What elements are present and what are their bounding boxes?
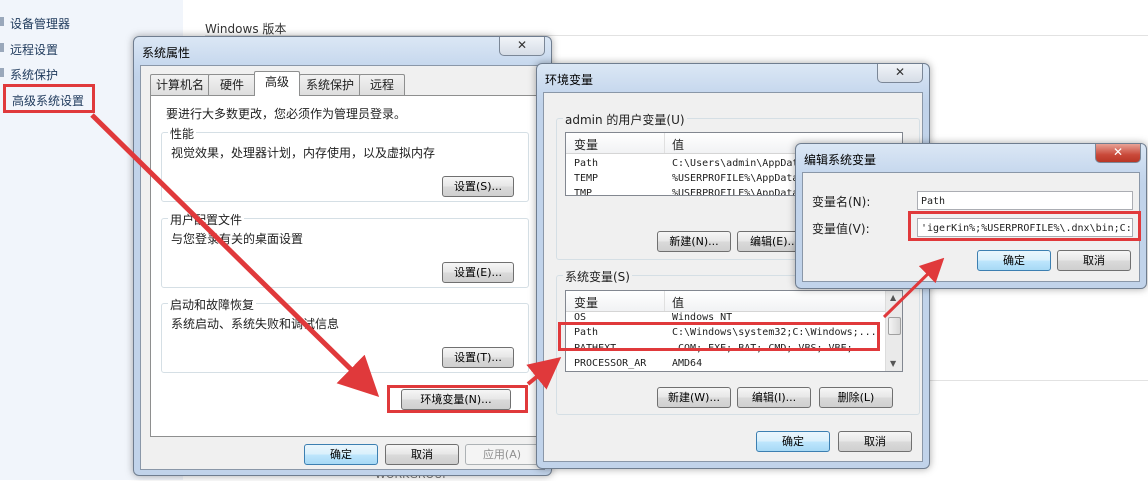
group-label: 启动和故障恢复: [168, 296, 257, 313]
tab-system-protection[interactable]: 系统保护: [299, 74, 361, 95]
cancel-button[interactable]: 取消: [1057, 250, 1131, 271]
system-variables-group: 系统变量(S) 变量 值 OS Windows_NT Path C:\Windo…: [556, 268, 920, 415]
variable-name: Path: [574, 158, 599, 169]
vertical-scrollbar[interactable]: ▲ ▼: [885, 291, 902, 371]
variable-value: AMD64: [672, 358, 703, 369]
bullet-icon: [0, 43, 4, 52]
variable-name: OS: [574, 312, 587, 323]
column-separator: [664, 291, 665, 311]
cancel-button[interactable]: 取消: [385, 444, 459, 465]
sidebar-link-device-manager[interactable]: 设备管理器: [10, 15, 70, 32]
performance-group: 性能 视觉效果，处理器计划，内存使用，以及虚拟内存 设置(S)...: [161, 125, 529, 202]
window-title: 环境变量: [545, 73, 594, 87]
edit-system-variable-window: 编辑系统变量 ✕ 变量名(N): Path 变量值(V): 'igerKin%;…: [795, 143, 1147, 289]
startup-recovery-group: 启动和故障恢复 系统启动、系统失败和调试信息 设置(T)...: [161, 296, 529, 373]
window-title: 系统属性: [142, 46, 191, 60]
startup-settings-button[interactable]: 设置(T)...: [442, 347, 514, 368]
list-item[interactable]: OS Windows_NT: [566, 312, 902, 324]
tab-remote[interactable]: 远程: [359, 74, 405, 95]
column-separator: [664, 133, 665, 153]
close-button[interactable]: ✕: [877, 64, 923, 83]
tab-hardware[interactable]: 硬件: [208, 74, 256, 95]
variable-value: .COM;.EXE;.BAT;.CMD;.VBS;.VBE;...: [672, 343, 871, 354]
column-header-variable[interactable]: 变量: [574, 294, 598, 311]
bullet-icon: [0, 68, 4, 77]
tab-computer-name[interactable]: 计算机名: [150, 74, 210, 95]
cancel-button[interactable]: 取消: [838, 431, 912, 452]
variable-value: C:\Windows\system32;C:\Windows;...: [672, 327, 877, 338]
dialog-body: 计算机名 硬件 高级 系统保护 远程 要进行大多数更改，您必须作为管理员登录。 …: [140, 65, 545, 470]
user-profiles-group: 用户配置文件 与您登录有关的桌面设置 设置(E)...: [161, 211, 529, 288]
ok-button[interactable]: 确定: [756, 431, 830, 452]
sidebar-link-system-protection[interactable]: 系统保护: [10, 66, 58, 83]
performance-description: 视觉效果，处理器计划，内存使用，以及虚拟内存: [171, 146, 436, 160]
sidebar-link-advanced-settings[interactable]: 高级系统设置: [12, 92, 84, 109]
list-item-path-selected[interactable]: Path C:\Windows\system32;C:\Windows;...: [566, 325, 902, 341]
variable-name: TMP: [574, 188, 593, 196]
tab-strip: 计算机名 硬件 高级 系统保护 远程: [150, 71, 540, 96]
window-title: 编辑系统变量: [804, 153, 877, 167]
dialog-body: 变量名(N): Path 变量值(V): 'igerKin%;%USERPROF…: [802, 172, 1140, 282]
column-header-value[interactable]: 值: [672, 294, 684, 311]
variable-name: PROCESSOR_AR: [574, 358, 647, 369]
apply-button[interactable]: 应用(A): [465, 444, 539, 465]
list-item[interactable]: PROCESSOR_AR AMD64: [566, 356, 902, 371]
close-button[interactable]: ✕: [499, 37, 545, 56]
user-profiles-settings-button[interactable]: 设置(E)...: [442, 262, 514, 283]
system-delete-button[interactable]: 删除(L): [819, 387, 893, 408]
list-header: 变量 值: [566, 291, 902, 312]
group-label: admin 的用户变量(U): [563, 111, 687, 128]
variable-value: Windows_NT: [672, 312, 733, 323]
user-profiles-description: 与您登录有关的桌面设置: [171, 232, 304, 246]
variable-name-input[interactable]: Path: [917, 191, 1133, 210]
variable-name-label: 变量名(N):: [812, 195, 871, 209]
group-label: 性能: [168, 125, 197, 142]
close-button[interactable]: ✕: [1095, 144, 1141, 163]
group-label: 系统变量(S): [563, 268, 632, 285]
group-label: 用户配置文件: [168, 211, 245, 228]
performance-settings-button[interactable]: 设置(S)...: [442, 176, 514, 197]
system-new-button[interactable]: 新建(W)...: [657, 387, 731, 408]
scroll-up-icon[interactable]: ▲: [890, 293, 896, 302]
variable-name: PATHEXT: [574, 343, 617, 354]
variable-value-label: 变量值(V):: [812, 222, 870, 236]
column-header-value[interactable]: 值: [672, 136, 684, 153]
admin-note: 要进行大多数更改，您必须作为管理员登录。: [166, 107, 407, 121]
sidebar-link-remote-settings[interactable]: 远程设置: [10, 41, 58, 58]
list-item[interactable]: PATHEXT .COM;.EXE;.BAT;.CMD;.VBS;.VBE;..…: [566, 341, 902, 357]
variable-name: TEMP: [574, 173, 599, 184]
environment-variables-button[interactable]: 环境变量(N)...: [401, 389, 511, 410]
divider: [930, 380, 1148, 381]
tab-panel-advanced: 要进行大多数更改，您必须作为管理员登录。 性能 视觉效果，处理器计划，内存使用，…: [150, 95, 538, 437]
system-edit-button[interactable]: 编辑(I)...: [737, 387, 811, 408]
tab-advanced[interactable]: 高级: [254, 71, 300, 96]
user-new-button[interactable]: 新建(N)...: [657, 231, 731, 252]
system-properties-window: 系统属性 ✕ 计算机名 硬件 高级 系统保护 远程 要进行大多数更改，您必须作为…: [133, 36, 552, 476]
ok-button[interactable]: 确定: [977, 250, 1051, 271]
scroll-thumb[interactable]: [888, 317, 901, 335]
column-header-variable[interactable]: 变量: [574, 136, 598, 153]
bullet-icon: [0, 17, 4, 26]
ok-button[interactable]: 确定: [304, 444, 378, 465]
startup-recovery-description: 系统启动、系统失败和调试信息: [171, 317, 340, 331]
scroll-down-icon[interactable]: ▼: [890, 359, 896, 368]
system-variables-list[interactable]: 变量 值 OS Windows_NT Path C:\Windows\syste…: [565, 290, 903, 372]
variable-name: Path: [574, 327, 599, 338]
variable-value-input[interactable]: 'igerKin%;%USERPROFILE%\.dnx\bin;C:\: [917, 218, 1133, 237]
